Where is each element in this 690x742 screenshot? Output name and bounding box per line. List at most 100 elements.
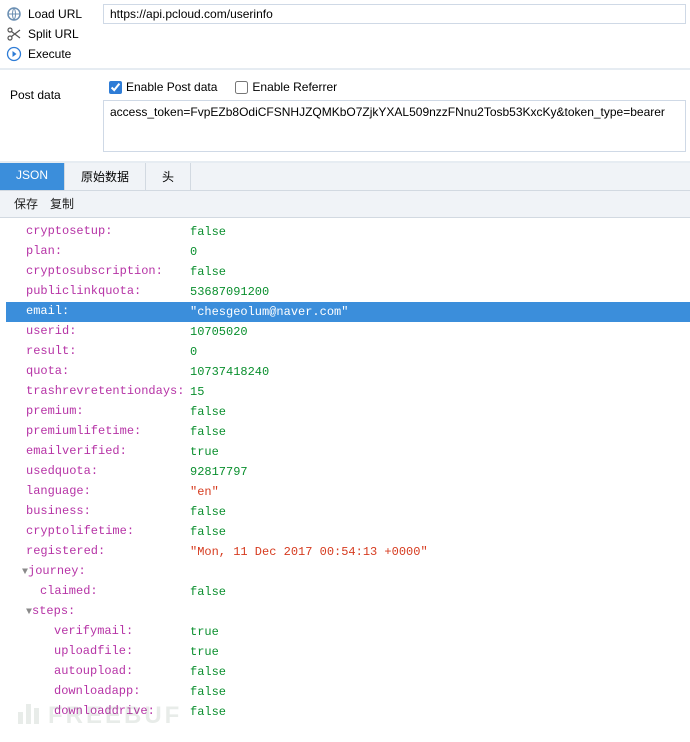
tab-json[interactable]: JSON [0, 163, 65, 190]
copy-button[interactable]: 复制 [44, 193, 80, 214]
json-row[interactable]: downloadapp:false [6, 682, 690, 702]
json-key: registered [26, 544, 98, 558]
json-row[interactable]: premium:false [6, 402, 690, 422]
json-key: language [26, 484, 84, 498]
json-key: cryptolifetime [26, 524, 127, 538]
json-key: cryptosubscription [26, 264, 156, 278]
json-value: false [190, 425, 226, 439]
execute-label: Execute [28, 47, 71, 61]
json-value: false [190, 525, 226, 539]
json-value: "chesgeolum@naver.com" [190, 305, 348, 319]
post-panel: Post data Enable Post data Enable Referr… [0, 70, 690, 163]
load-url-button[interactable]: Load URL [0, 4, 103, 24]
url-panel [103, 0, 690, 68]
url-input[interactable] [103, 4, 686, 24]
save-button[interactable]: 保存 [8, 193, 44, 214]
json-key: result [26, 344, 69, 358]
json-key: publiclinkquota [26, 284, 134, 298]
json-value: false [190, 405, 226, 419]
json-value: 0 [190, 245, 197, 259]
json-row[interactable]: language:"en" [6, 482, 690, 502]
load-url-label: Load URL [28, 7, 82, 21]
enable-referrer-checkbox[interactable]: Enable Referrer [235, 80, 337, 94]
enable-post-input[interactable] [109, 81, 122, 94]
json-row[interactable]: claimed:false [6, 582, 690, 602]
json-row[interactable]: registered:"Mon, 11 Dec 2017 00:54:13 +0… [6, 542, 690, 562]
sub-toolbar: 保存 复制 [0, 191, 690, 218]
json-key: premiumlifetime [26, 424, 134, 438]
json-value: true [190, 625, 219, 639]
json-row[interactable]: cryptosetup:false [6, 222, 690, 242]
json-key: quota [26, 364, 62, 378]
json-key: autoupload [54, 664, 126, 678]
enable-referrer-input[interactable] [235, 81, 248, 94]
json-key: downloaddrive [54, 704, 148, 718]
json-value: false [190, 505, 226, 519]
split-url-button[interactable]: Split URL [0, 24, 103, 44]
json-row[interactable]: business:false [6, 502, 690, 522]
tab-headers[interactable]: 头 [146, 163, 191, 190]
json-row[interactable]: verifymail:true [6, 622, 690, 642]
action-list: Load URL Split URL Execute [0, 0, 103, 68]
json-row[interactable]: downloaddrive:false [6, 702, 690, 722]
tab-raw[interactable]: 原始数据 [65, 163, 146, 190]
play-icon [6, 46, 22, 62]
json-key: email [26, 304, 62, 318]
json-value: 92817797 [190, 465, 248, 479]
globe-icon [6, 6, 22, 22]
json-value: false [190, 705, 226, 719]
post-data-label: Post data [0, 70, 103, 161]
json-row[interactable]: plan:0 [6, 242, 690, 262]
enable-post-label: Enable Post data [126, 80, 217, 94]
json-view: cryptosetup:falseplan:0cryptosubscriptio… [0, 218, 690, 742]
json-value: false [190, 265, 226, 279]
json-row[interactable]: usedquota:92817797 [6, 462, 690, 482]
json-row[interactable]: uploadfile:true [6, 642, 690, 662]
json-key: usedquota [26, 464, 91, 478]
json-key: cryptosetup [26, 224, 105, 238]
json-value: "en" [190, 485, 219, 499]
json-value: 0 [190, 345, 197, 359]
json-row[interactable]: ▼steps: [6, 602, 690, 622]
enable-post-checkbox[interactable]: Enable Post data [109, 80, 217, 94]
json-row[interactable]: quota:10737418240 [6, 362, 690, 382]
json-row[interactable]: premiumlifetime:false [6, 422, 690, 442]
scissors-icon [6, 26, 22, 42]
json-key: claimed [40, 584, 90, 598]
json-value: 53687091200 [190, 285, 269, 299]
checkbox-row: Enable Post data Enable Referrer [103, 76, 686, 100]
json-key: business [26, 504, 84, 518]
json-row[interactable]: emailverified:true [6, 442, 690, 462]
json-row[interactable]: cryptosubscription:false [6, 262, 690, 282]
top-panel: Load URL Split URL Execute [0, 0, 690, 70]
json-row[interactable]: email:"chesgeolum@naver.com" [6, 302, 690, 322]
json-row[interactable]: trashrevretentiondays:15 [6, 382, 690, 402]
json-key: emailverified [26, 444, 120, 458]
split-url-label: Split URL [28, 27, 79, 41]
json-value: true [190, 445, 219, 459]
json-value: 10737418240 [190, 365, 269, 379]
json-key: steps [32, 604, 68, 618]
post-right: Enable Post data Enable Referrer [103, 70, 690, 161]
json-value: 10705020 [190, 325, 248, 339]
json-row[interactable]: autoupload:false [6, 662, 690, 682]
json-value: false [190, 665, 226, 679]
json-value: 15 [190, 385, 204, 399]
json-value: "Mon, 11 Dec 2017 00:54:13 +0000" [190, 545, 428, 559]
json-key: downloadapp [54, 684, 133, 698]
enable-referrer-label: Enable Referrer [252, 80, 337, 94]
json-row[interactable]: userid:10705020 [6, 322, 690, 342]
post-data-input[interactable] [103, 100, 686, 152]
execute-button[interactable]: Execute [0, 44, 103, 64]
json-key: trashrevretentiondays [26, 384, 177, 398]
json-row[interactable]: publiclinkquota:53687091200 [6, 282, 690, 302]
json-value: false [190, 685, 226, 699]
json-key: premium [26, 404, 76, 418]
json-key: plan [26, 244, 55, 258]
json-value: false [190, 225, 226, 239]
json-row[interactable]: cryptolifetime:false [6, 522, 690, 542]
json-row[interactable]: ▼journey: [6, 562, 690, 582]
json-key: journey [28, 564, 78, 578]
json-value: true [190, 645, 219, 659]
json-row[interactable]: result:0 [6, 342, 690, 362]
